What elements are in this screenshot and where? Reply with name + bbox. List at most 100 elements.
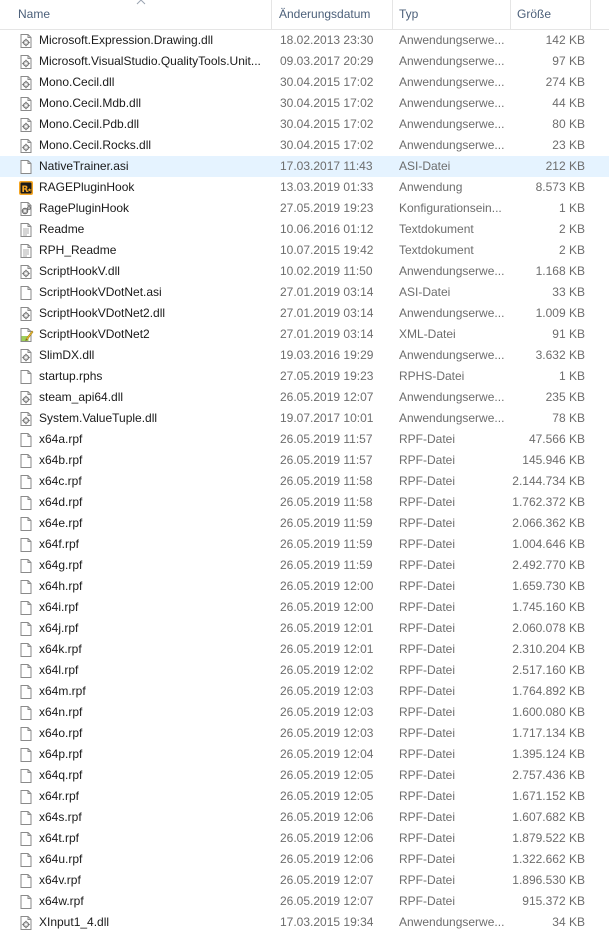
text-file-icon (18, 222, 34, 238)
file-row[interactable]: x64f.rpf 26.05.2019 11:59 RPF-Datei 1.00… (0, 534, 609, 555)
file-type: Anwendungserwe... (399, 411, 505, 425)
file-type: RPF-Datei (399, 558, 456, 572)
dll-icon (18, 348, 34, 364)
file-icon (18, 663, 34, 679)
file-size: 2.060.078 KB (512, 621, 585, 635)
dll-icon (18, 915, 34, 931)
file-size: 23 KB (552, 138, 585, 152)
file-date: 30.04.2015 17:02 (280, 117, 374, 131)
file-row[interactable]: Mono.Cecil.Rocks.dll 30.04.2015 17:02 An… (0, 135, 609, 156)
file-date: 27.01.2019 03:14 (280, 327, 374, 341)
file-date: 13.03.2019 01:33 (280, 180, 374, 194)
file-name: x64r.rpf (39, 789, 80, 803)
file-row[interactable]: SlimDX.dll 19.03.2016 19:29 Anwendungser… (0, 345, 609, 366)
file-date: 17.03.2017 11:43 (280, 159, 373, 173)
column-header-size[interactable]: Größe (511, 0, 591, 29)
file-size: 2 KB (558, 222, 585, 236)
file-name: x64e.rpf (39, 516, 83, 530)
file-row[interactable]: steam_api64.dll 26.05.2019 12:07 Anwendu… (0, 387, 609, 408)
file-row[interactable]: x64c.rpf 26.05.2019 11:58 RPF-Datei 2.14… (0, 471, 609, 492)
file-row[interactable]: x64r.rpf 26.05.2019 12:05 RPF-Datei 1.67… (0, 786, 609, 807)
file-type: Anwendungserwe... (399, 54, 505, 68)
file-row[interactable]: x64s.rpf 26.05.2019 12:06 RPF-Datei 1.60… (0, 807, 609, 828)
file-icon (18, 768, 34, 784)
file-type: Anwendungserwe... (399, 33, 505, 47)
file-type: XML-Datei (399, 327, 456, 341)
file-row[interactable]: ScriptHookV.dll 10.02.2019 11:50 Anwendu… (0, 261, 609, 282)
file-row[interactable]: x64e.rpf 26.05.2019 11:59 RPF-Datei 2.06… (0, 513, 609, 534)
file-row[interactable]: x64j.rpf 26.05.2019 12:01 RPF-Datei 2.06… (0, 618, 609, 639)
file-date: 26.05.2019 12:02 (280, 663, 374, 677)
file-name: SlimDX.dll (39, 348, 95, 362)
file-row[interactable]: x64v.rpf 26.05.2019 12:07 RPF-Datei 1.89… (0, 870, 609, 891)
file-row[interactable]: Mono.Cecil.Mdb.dll 30.04.2015 17:02 Anwe… (0, 93, 609, 114)
file-type: RPF-Datei (399, 621, 456, 635)
dll-icon (18, 75, 34, 91)
file-row[interactable]: startup.rphs 27.05.2019 19:23 RPHS-Datei… (0, 366, 609, 387)
file-row[interactable]: ScriptHookVDotNet2.dll 27.01.2019 03:14 … (0, 303, 609, 324)
file-size: 235 KB (545, 390, 585, 404)
file-name: Microsoft.VisualStudio.QualityTools.Unit… (39, 54, 261, 68)
file-row[interactable]: x64w.rpf 26.05.2019 12:07 RPF-Datei 915.… (0, 891, 609, 912)
file-row[interactable]: x64b.rpf 26.05.2019 11:57 RPF-Datei 145.… (0, 450, 609, 471)
column-header-bar: Name Änderungsdatum Typ Größe (0, 0, 609, 30)
file-row[interactable]: x64k.rpf 26.05.2019 12:01 RPF-Datei 2.31… (0, 639, 609, 660)
file-name: Mono.Cecil.Pdb.dll (39, 117, 140, 131)
file-name: x64k.rpf (39, 642, 82, 656)
file-row[interactable]: x64g.rpf 26.05.2019 11:59 RPF-Datei 2.49… (0, 555, 609, 576)
file-date: 30.04.2015 17:02 (280, 96, 374, 110)
file-size: 1.168 KB (535, 264, 585, 278)
file-size: 3.632 KB (535, 348, 585, 362)
file-name: x64h.rpf (39, 579, 83, 593)
file-row[interactable]: x64n.rpf 26.05.2019 12:03 RPF-Datei 1.60… (0, 702, 609, 723)
file-row[interactable]: Mono.Cecil.Pdb.dll 30.04.2015 17:02 Anwe… (0, 114, 609, 135)
column-header-date[interactable]: Änderungsdatum (273, 0, 393, 29)
file-type: RPF-Datei (399, 831, 456, 845)
column-header-type-label: Typ (399, 7, 419, 21)
file-name: Mono.Cecil.Mdb.dll (39, 96, 142, 110)
file-date: 19.07.2017 10:01 (280, 411, 374, 425)
file-row[interactable]: Microsoft.Expression.Drawing.dll 18.02.2… (0, 30, 609, 51)
file-row[interactable]: x64o.rpf 26.05.2019 12:03 RPF-Datei 1.71… (0, 723, 609, 744)
file-type: Textdokument (399, 243, 474, 257)
file-row[interactable]: RagePluginHook 27.05.2019 19:23 Konfigur… (0, 198, 609, 219)
file-row[interactable]: ScriptHookVDotNet.asi 27.01.2019 03:14 A… (0, 282, 609, 303)
file-row[interactable]: ScriptHookVDotNet2 27.01.2019 03:14 XML-… (0, 324, 609, 345)
file-name: x64d.rpf (39, 495, 83, 509)
file-row[interactable]: x64h.rpf 26.05.2019 12:00 RPF-Datei 1.65… (0, 576, 609, 597)
file-row[interactable]: x64t.rpf 26.05.2019 12:06 RPF-Datei 1.87… (0, 828, 609, 849)
file-size: 1.717.134 KB (512, 726, 585, 740)
file-size: 212 KB (545, 159, 585, 173)
file-type: Anwendung (399, 180, 463, 194)
file-row[interactable]: Mono.Cecil.dll 30.04.2015 17:02 Anwendun… (0, 72, 609, 93)
file-size: 1.762.372 KB (512, 495, 585, 509)
file-type: RPF-Datei (399, 705, 456, 719)
file-row[interactable]: x64i.rpf 26.05.2019 12:00 RPF-Datei 1.74… (0, 597, 609, 618)
file-date: 10.06.2016 01:12 (280, 222, 374, 236)
file-row[interactable]: x64m.rpf 26.05.2019 12:03 RPF-Datei 1.76… (0, 681, 609, 702)
dll-icon (18, 411, 34, 427)
file-size: 1.879.522 KB (512, 831, 585, 845)
file-row[interactable]: System.ValueTuple.dll 19.07.2017 10:01 A… (0, 408, 609, 429)
file-icon (18, 516, 34, 532)
column-header-type[interactable]: Typ (393, 0, 511, 29)
file-name: ScriptHookVDotNet2 (39, 327, 150, 341)
file-date: 09.03.2017 20:29 (280, 54, 374, 68)
file-row[interactable]: R RAGEPluginHook 13.03.2019 01:33 Anwend… (0, 177, 609, 198)
file-row[interactable]: NativeTrainer.asi 17.03.2017 11:43 ASI-D… (0, 156, 609, 177)
file-size: 1.896.530 KB (512, 873, 585, 887)
file-row[interactable]: x64d.rpf 26.05.2019 11:58 RPF-Datei 1.76… (0, 492, 609, 513)
file-type: RPF-Datei (399, 726, 456, 740)
file-row[interactable]: x64q.rpf 26.05.2019 12:05 RPF-Datei 2.75… (0, 765, 609, 786)
file-row[interactable]: Readme 10.06.2016 01:12 Textdokument 2 K… (0, 219, 609, 240)
file-icon (18, 747, 34, 763)
file-row[interactable]: RPH_Readme 10.07.2015 19:42 Textdokument… (0, 240, 609, 261)
file-row[interactable]: Microsoft.VisualStudio.QualityTools.Unit… (0, 51, 609, 72)
file-row[interactable]: x64a.rpf 26.05.2019 11:57 RPF-Datei 47.5… (0, 429, 609, 450)
file-icon (18, 831, 34, 847)
file-row[interactable]: x64p.rpf 26.05.2019 12:04 RPF-Datei 1.39… (0, 744, 609, 765)
file-date: 26.05.2019 12:01 (280, 621, 374, 635)
file-row[interactable]: x64l.rpf 26.05.2019 12:02 RPF-Datei 2.51… (0, 660, 609, 681)
file-row[interactable]: x64u.rpf 26.05.2019 12:06 RPF-Datei 1.32… (0, 849, 609, 870)
file-row[interactable]: XInput1_4.dll 17.03.2015 19:34 Anwendung… (0, 912, 609, 933)
